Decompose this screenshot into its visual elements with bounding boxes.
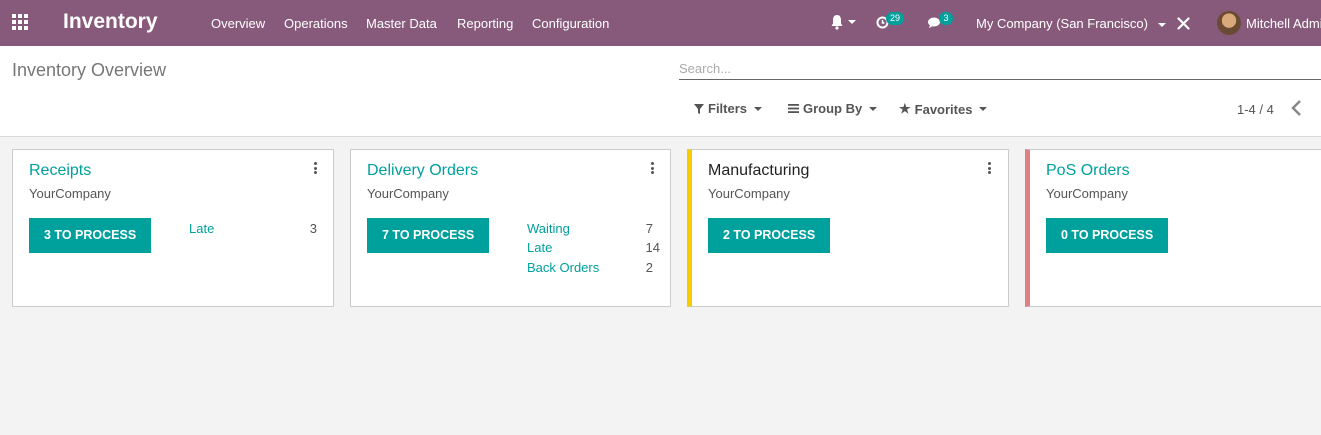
card-company: YourCompany <box>29 186 111 201</box>
bell-icon <box>831 15 843 30</box>
app-title[interactable]: Inventory <box>63 10 158 34</box>
notifications-button[interactable] <box>830 14 856 30</box>
menu-reporting[interactable]: Reporting <box>457 16 513 31</box>
menu-master-data[interactable]: Master Data <box>366 16 437 31</box>
filters-label: Filters <box>708 101 748 116</box>
debug-tools-icon[interactable] <box>1177 17 1190 30</box>
filter-icon <box>694 103 704 114</box>
card-title[interactable]: Manufacturing <box>708 162 809 180</box>
list-icon <box>788 104 799 113</box>
card-menu-icon[interactable] <box>651 162 655 174</box>
to-process-button[interactable]: 3 TO PROCESS <box>29 218 152 253</box>
card-menu-icon[interactable] <box>314 162 318 174</box>
kanban-card-manufacturing: Manufacturing YourCompany 2 TO PROCESS <box>687 149 1009 307</box>
group-by-label: Group By <box>803 101 863 116</box>
user-name[interactable]: Mitchell Admin <box>1246 16 1321 31</box>
chevron-down-icon <box>979 107 988 111</box>
kanban-card-delivery-orders: Delivery Orders YourCompany 7 TO PROCESS… <box>350 149 671 307</box>
apps-grid-icon[interactable] <box>12 14 30 30</box>
filters-button[interactable]: Filters <box>694 101 763 116</box>
group-by-button[interactable]: Group By <box>788 101 878 116</box>
kanban-card-pos-orders: PoS Orders YourCompany 0 TO PROCESS <box>1025 149 1321 307</box>
menu-operations[interactable]: Operations <box>284 16 348 31</box>
stat-value-late: 14 <box>645 240 660 255</box>
messages-badge: 3 <box>939 12 953 25</box>
stat-value-late: 3 <box>309 221 317 236</box>
favorites-label: Favorites <box>914 101 973 117</box>
chevron-down-icon <box>869 106 878 111</box>
chevron-down-icon <box>1157 22 1166 27</box>
avatar[interactable] <box>1217 11 1241 35</box>
kanban-card-receipts: Receipts YourCompany 3 TO PROCESS Late 3 <box>12 149 334 307</box>
to-process-button[interactable]: 7 TO PROCESS <box>367 218 490 253</box>
star-icon: ★ <box>899 101 911 116</box>
card-title[interactable]: Receipts <box>29 162 91 180</box>
chevron-left-icon[interactable] <box>1290 98 1304 118</box>
breadcrumb: Inventory Overview <box>12 60 167 80</box>
stat-label-waiting[interactable]: Waiting <box>527 221 570 236</box>
favorites-button[interactable]: ★ Favorites <box>899 101 988 117</box>
company-label: My Company (San Francisco) <box>976 16 1148 31</box>
chevron-down-icon <box>754 106 763 111</box>
pager-value[interactable]: 1-4 / 4 <box>1237 102 1274 117</box>
stat-label-back-orders[interactable]: Back Orders <box>527 260 599 275</box>
control-panel: Inventory Overview Filters Group By ★ Fa… <box>0 46 1321 137</box>
chevron-down-icon <box>848 20 856 24</box>
menu-overview[interactable]: Overview <box>211 16 265 31</box>
card-company: YourCompany <box>1046 186 1128 201</box>
to-process-button[interactable]: 0 TO PROCESS <box>1046 218 1169 253</box>
activity-badge: 29 <box>886 12 905 25</box>
company-switcher[interactable]: My Company (San Francisco) <box>976 16 1166 31</box>
stat-value-waiting: 7 <box>645 221 653 236</box>
card-menu-icon[interactable] <box>988 162 992 174</box>
card-title[interactable]: Delivery Orders <box>367 162 478 180</box>
to-process-button[interactable]: 2 TO PROCESS <box>708 218 831 253</box>
stat-value-back-orders: 2 <box>645 260 653 275</box>
stat-label-late[interactable]: Late <box>189 221 214 236</box>
search-input[interactable] <box>679 58 1321 80</box>
card-company: YourCompany <box>367 186 449 201</box>
card-company: YourCompany <box>708 186 790 201</box>
stat-label-late[interactable]: Late <box>527 240 552 255</box>
menu-configuration[interactable]: Configuration <box>532 16 609 31</box>
card-title[interactable]: PoS Orders <box>1046 162 1130 180</box>
top-navbar: Inventory Overview Operations Master Dat… <box>0 0 1321 46</box>
